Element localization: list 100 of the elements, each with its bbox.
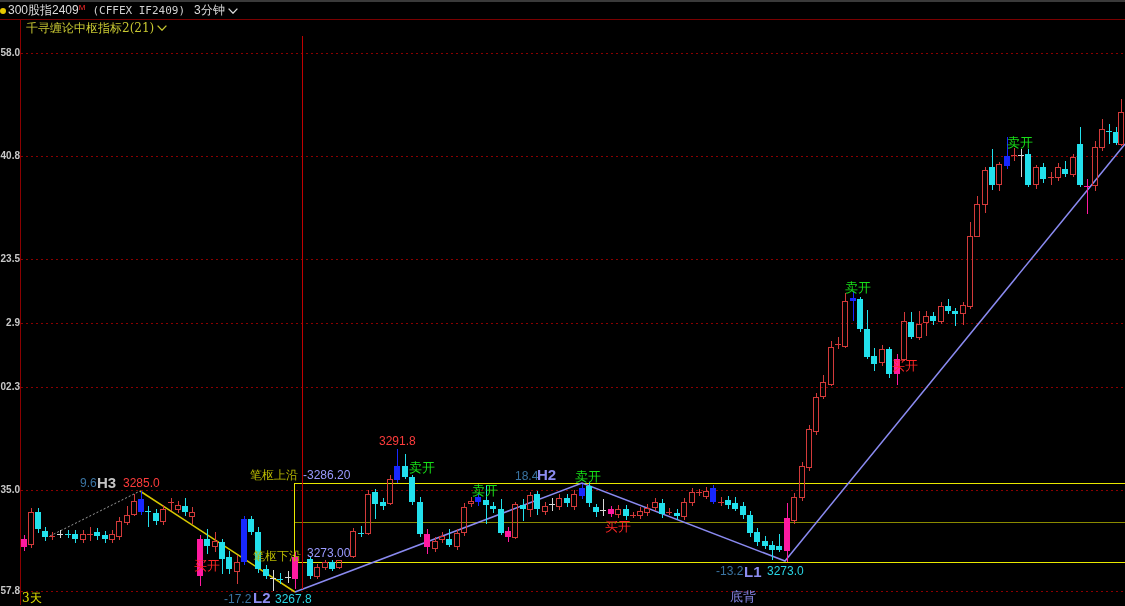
- buy-signal-candle: [21, 534, 27, 552]
- doji-candle: [1105, 123, 1113, 145]
- falling-candle: [908, 311, 914, 340]
- axis-label: 02.3: [0, 381, 20, 393]
- period-dropdown[interactable]: 3分钟: [194, 2, 238, 19]
- caret-icon: [227, 7, 238, 14]
- axis-label: 35.0: [0, 484, 20, 496]
- doji-candle: [629, 511, 637, 519]
- doji-candle: [599, 498, 607, 517]
- sell-signal-candle: [394, 448, 400, 484]
- doji-candle: [86, 526, 94, 542]
- contract-code: (CFFEX IF2409): [92, 4, 186, 17]
- falling-candle: [1062, 160, 1068, 178]
- rising-candle: [556, 493, 562, 511]
- falling-candle: [153, 508, 159, 526]
- falling-candle: [1025, 148, 1031, 188]
- rising-candle: [982, 166, 988, 214]
- rising-candle: [828, 340, 834, 387]
- buy-signal-label: 买开: [605, 519, 631, 533]
- falling-candle: [94, 527, 100, 541]
- buy-signal-candle: [505, 526, 511, 543]
- rising-candle: [901, 311, 907, 362]
- rising-candle: [879, 344, 885, 367]
- falling-candle: [564, 493, 570, 508]
- rising-candle: [1070, 153, 1076, 178]
- doji-candle: [695, 488, 703, 497]
- falling-candle: [446, 528, 452, 548]
- falling-candle: [930, 311, 936, 326]
- rising-candle: [527, 491, 533, 518]
- price-label: 3285.0: [123, 477, 160, 489]
- doji-candle: [144, 505, 152, 528]
- doji-candle: [1047, 171, 1055, 186]
- rising-candle: [314, 563, 320, 580]
- falling-candle: [498, 498, 504, 536]
- rising-candle: [615, 504, 621, 519]
- rising-candle: [689, 487, 695, 507]
- falling-candle: [417, 496, 423, 538]
- rising-candle: [234, 554, 240, 585]
- rising-candle: [791, 492, 797, 525]
- falling-candle: [1113, 126, 1119, 146]
- zone-price-label: -3286.20: [303, 469, 351, 481]
- axis-label: 57.8: [0, 585, 20, 597]
- falling-candle: [1040, 162, 1046, 184]
- axis-label: 23.5: [0, 253, 20, 265]
- doji-candle: [548, 497, 556, 512]
- sell-signal-candle: [579, 483, 585, 500]
- indicator-dropdown[interactable]: 千寻缠论中枢指标2(21): [26, 21, 168, 35]
- price-label: 3267.8: [275, 593, 312, 605]
- falling-candle: [329, 559, 335, 572]
- falling-candle: [307, 556, 313, 580]
- rising-candle: [512, 501, 518, 540]
- rising-candle: [322, 559, 328, 571]
- doji-candle: [167, 497, 175, 512]
- rising-candle: [542, 501, 548, 516]
- falling-candle: [674, 508, 680, 521]
- caret-icon: [157, 25, 168, 31]
- doji-candle: [665, 507, 673, 516]
- sell-signal-label: 卖开: [575, 469, 601, 483]
- sell-signal-candle: [138, 490, 144, 516]
- change-label: -13.2: [716, 565, 744, 577]
- buy-signal-candle: [608, 505, 614, 518]
- divergence-label: 底背: [730, 590, 756, 604]
- pivot-label: L2: [253, 591, 271, 605]
- rising-candle: [996, 161, 1002, 192]
- falling-candle: [72, 529, 78, 544]
- rising-candle: [938, 301, 944, 325]
- falling-candle: [204, 528, 210, 555]
- doji-candle: [357, 525, 365, 538]
- rising-candle: [80, 529, 86, 544]
- rising-candle: [1118, 98, 1124, 147]
- pivot-label: H2: [537, 468, 557, 482]
- rising-candle: [212, 531, 218, 553]
- falling-candle: [380, 497, 386, 511]
- rising-candle: [387, 474, 393, 506]
- rising-candle: [1055, 162, 1061, 182]
- falling-candle: [520, 498, 526, 522]
- price-label: 3273.0: [767, 565, 804, 577]
- falling-candle: [182, 497, 188, 517]
- dot-icon: [0, 7, 6, 14]
- pivot-label: L1: [744, 565, 762, 579]
- sell-signal-candle: [241, 515, 247, 566]
- falling-candle: [886, 346, 892, 379]
- zone-price-label: 3273.00: [307, 547, 351, 559]
- rising-candle: [189, 506, 195, 525]
- falling-candle: [659, 498, 665, 519]
- pivot-label: H3: [97, 476, 117, 490]
- falling-candle: [534, 490, 540, 516]
- rising-candle: [160, 504, 166, 526]
- falling-candle: [623, 504, 629, 521]
- rising-candle: [28, 507, 34, 549]
- buy-signal-candle: [424, 528, 430, 555]
- falling-candle: [102, 530, 108, 544]
- rising-candle: [652, 497, 658, 512]
- rising-candle: [350, 527, 356, 559]
- rising-candle: [842, 292, 848, 349]
- rising-candle: [365, 489, 371, 536]
- buy-signal-candle: [784, 502, 790, 563]
- sell-signal-label: 卖开: [409, 460, 435, 474]
- axis-label: 2.9: [6, 317, 20, 329]
- falling-candle: [263, 564, 269, 580]
